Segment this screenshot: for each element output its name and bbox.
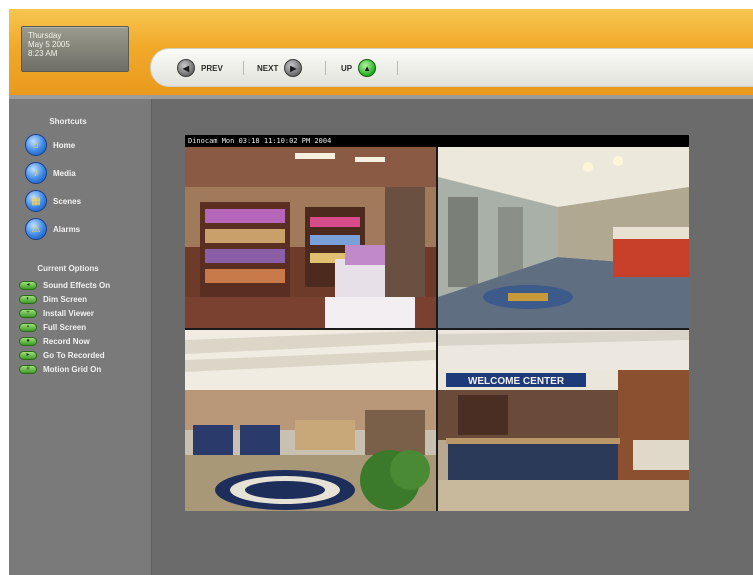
option-install-viewer[interactable]: + Install Viewer — [19, 308, 94, 319]
welcome-sign: WELCOME CENTER — [468, 376, 565, 387]
arrow-up-icon: ▲ — [358, 59, 377, 77]
option-sound-effects[interactable]: ◂ Sound Effects On — [19, 280, 110, 291]
camera-feed-hallway[interactable] — [438, 147, 689, 328]
fullscreen-icon: ▪ — [19, 323, 37, 332]
shortcut-alarms[interactable]: ⚠ Alarms — [25, 218, 80, 240]
next-label: NEXT — [257, 63, 279, 73]
shortcut-media[interactable]: ♪ Media — [25, 162, 76, 184]
gift-shop-image — [185, 147, 436, 328]
shortcut-home[interactable]: ⌂ Home — [25, 134, 75, 156]
main-panel: Dinocam Mon 03:18 11:10:02 PM 2004 WELCO… — [152, 99, 753, 575]
date-day: Thursday — [28, 31, 62, 40]
date-date: May 5 2005 — [28, 40, 70, 49]
dim-icon: ◐ — [19, 295, 37, 304]
option-label: Sound Effects On — [43, 281, 111, 290]
next-button[interactable]: NEXT ▶ — [257, 58, 303, 78]
hallway-image — [438, 147, 689, 328]
record-icon: ● — [19, 337, 37, 346]
option-label: Install Viewer — [43, 309, 94, 318]
option-label: Dim Screen — [43, 295, 88, 304]
arrow-right-icon: ▶ — [284, 59, 303, 77]
shortcut-label: Scenes — [53, 196, 82, 206]
option-label: Go To Recorded — [43, 351, 105, 360]
option-dim-screen[interactable]: ◐ Dim Screen — [19, 294, 87, 305]
header-bar: Thursday May 5 2005 8:23 AM ◀ PREV NEXT … — [9, 9, 753, 95]
atrium-image — [185, 330, 436, 511]
camera-feed-gift-shop[interactable] — [185, 147, 436, 328]
app-window: Thursday May 5 2005 8:23 AM ◀ PREV NEXT … — [9, 9, 753, 575]
option-label: Full Screen — [43, 323, 87, 332]
camera-feed-atrium[interactable] — [185, 330, 436, 511]
up-button[interactable]: UP ▲ — [341, 58, 377, 78]
camera-feed-welcome-center[interactable]: WELCOME CENTER — [438, 330, 689, 511]
date-display: Thursday May 5 2005 8:23 AM — [21, 26, 129, 72]
recorded-icon: ▸ — [19, 351, 37, 360]
options-title: Current Options — [37, 264, 99, 273]
nav-bar: ◀ PREV NEXT ▶ UP ▲ — [150, 48, 753, 87]
sidebar: Shortcuts ⌂ Home ♪ Media ▦ Scenes ⚠ Alar… — [9, 99, 152, 575]
option-label: Record Now — [43, 337, 90, 346]
motion-grid-icon: # — [19, 365, 37, 374]
sound-icon: ◂ — [19, 281, 37, 290]
install-icon: + — [19, 309, 37, 318]
shortcuts-title: Shortcuts — [49, 117, 87, 126]
camera-caption: Dinocam Mon 03:18 11:10:02 PM 2004 — [185, 135, 689, 147]
home-icon: ⌂ — [25, 134, 47, 156]
camera-viewer[interactable]: Dinocam Mon 03:18 11:10:02 PM 2004 WELCO… — [185, 135, 689, 511]
prev-label: PREV — [201, 63, 223, 73]
up-label: UP — [341, 63, 353, 73]
shortcut-label: Home — [53, 140, 76, 150]
nav-divider — [325, 61, 326, 75]
option-motion-grid[interactable]: # Motion Grid On — [19, 364, 101, 375]
alarm-icon: ⚠ — [25, 218, 47, 240]
prev-button[interactable]: ◀ PREV — [177, 58, 223, 78]
option-go-to-recorded[interactable]: ▸ Go To Recorded — [19, 350, 105, 361]
arrow-left-icon: ◀ — [177, 59, 195, 77]
welcome-center-image: WELCOME CENTER — [438, 330, 689, 511]
option-label: Motion Grid On — [43, 365, 102, 374]
shortcut-label: Media — [53, 168, 76, 178]
option-full-screen[interactable]: ▪ Full Screen — [19, 322, 86, 333]
scenes-icon: ▦ — [25, 190, 47, 212]
nav-divider — [243, 61, 244, 75]
shortcut-scenes[interactable]: ▦ Scenes — [25, 190, 81, 212]
speaker-icon: ♪ — [25, 162, 47, 184]
date-time: 8:23 AM — [28, 49, 58, 58]
shortcut-label: Alarms — [53, 224, 81, 234]
nav-divider — [397, 61, 398, 75]
option-record-now[interactable]: ● Record Now — [19, 336, 90, 347]
